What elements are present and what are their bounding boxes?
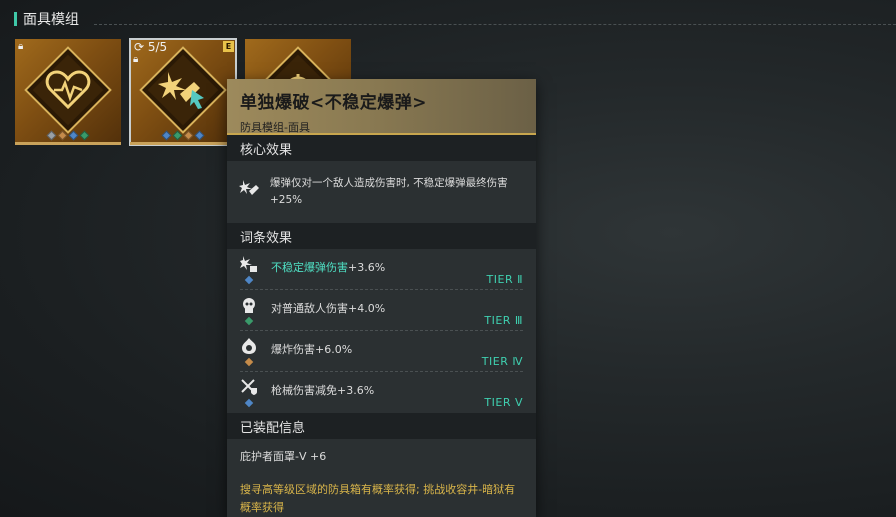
explosion-icon	[240, 337, 258, 359]
gem	[57, 130, 68, 141]
gem	[172, 130, 183, 141]
gem	[244, 316, 254, 326]
skull-icon	[240, 296, 258, 318]
lock-icon: 🔒︎	[18, 41, 24, 52]
lock-icon: 🔒︎	[133, 54, 139, 65]
affix-text: 不稳定爆弹伤害+3.6%	[271, 261, 386, 274]
gem	[183, 130, 194, 141]
mod-card-bomb[interactable]: ⟳ 5/5 🔒︎ E	[129, 38, 237, 146]
section-title: 面具模组	[23, 12, 79, 28]
affix-tier: TIER Ⅱ	[486, 273, 523, 286]
gem	[161, 130, 172, 141]
affix-text: 爆炸伤害+6.0%	[271, 343, 353, 356]
section-divider	[94, 24, 896, 25]
gem	[79, 130, 90, 141]
equipped-badge: E	[223, 41, 234, 52]
affix-text: 对普通敌人伤害+4.0%	[271, 302, 386, 315]
gem	[46, 130, 57, 141]
bomb-burst-icon	[130, 65, 236, 115]
affix-row: 不稳定爆弹伤害+3.6% TIER Ⅱ	[240, 249, 523, 290]
core-effect-text: 爆弹仅对一个敌人造成伤害时, 不稳定爆弹最终伤害+25%	[270, 177, 508, 206]
affix-tier: TIER Ⅴ	[484, 396, 523, 409]
equipped-info-header: 已装配信息	[227, 413, 536, 439]
gem	[244, 275, 254, 285]
mod-type: 防具模组-面具	[240, 121, 310, 134]
mod-card-heart[interactable]: 🔒︎	[15, 39, 121, 145]
core-effect: 爆弹仅对一个敌人造成伤害时, 不稳定爆弹最终伤害+25%	[227, 161, 536, 223]
affix-header: 词条效果	[227, 223, 536, 249]
gem	[244, 398, 254, 408]
bomb-burst-icon	[239, 178, 261, 206]
gem	[194, 130, 205, 141]
gem	[244, 357, 254, 367]
mod-tooltip: 单独爆破<不稳定爆弹> 防具模组-面具 核心效果 爆弹仅对一个敌人造成伤害时, …	[227, 79, 536, 517]
gun-shield-icon	[240, 378, 258, 400]
affix-tier: TIER Ⅲ	[484, 314, 523, 327]
affix-tier: TIER Ⅳ	[481, 355, 523, 368]
mod-name: 单独爆破<不稳定爆弹>	[240, 93, 427, 113]
mod-level: ⟳ 5/5	[134, 40, 168, 54]
equipped-on: 庇护者面罩-Ⅴ +6	[240, 450, 327, 463]
heartbeat-icon	[15, 65, 121, 115]
affix-row: 对普通敌人伤害+4.0% TIER Ⅲ	[240, 290, 523, 331]
affix-row: 枪械伤害减免+3.6% TIER Ⅴ	[240, 372, 523, 413]
gem-slots	[15, 130, 121, 141]
tooltip-header: 单独爆破<不稳定爆弹> 防具模组-面具	[227, 79, 536, 135]
section-accent-bar	[14, 12, 17, 26]
affix-row: 爆炸伤害+6.0% TIER Ⅳ	[240, 331, 523, 372]
unstable-bomb-icon	[240, 255, 258, 277]
gem-slots	[130, 130, 236, 141]
gem	[68, 130, 79, 141]
section-header: 面具模组	[14, 10, 896, 28]
core-effect-header: 核心效果	[227, 135, 536, 161]
affix-text: 枪械伤害减免+3.6%	[271, 384, 375, 397]
acquisition-source: 搜寻高等级区域的防具箱有概率获得; 挑战收容井-暗狱有概率获得	[240, 483, 516, 514]
